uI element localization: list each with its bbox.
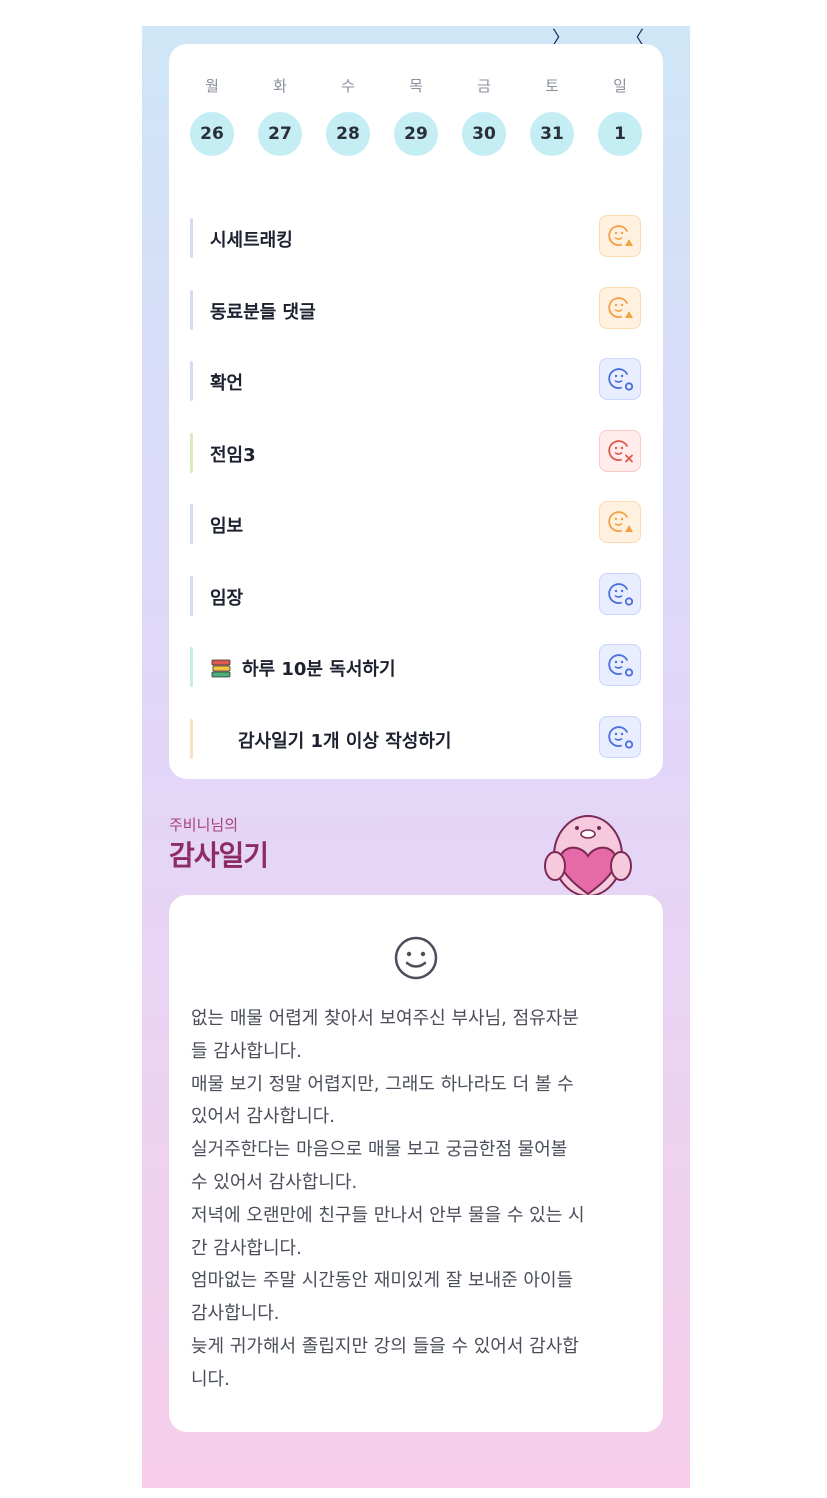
weekday-label: 금 — [477, 77, 491, 95]
day-column[interactable]: 일1 — [597, 74, 643, 156]
date-circle[interactable]: 27 — [258, 112, 302, 156]
books-icon — [210, 657, 232, 679]
habit-title-text: 확언 — [210, 373, 244, 394]
gratitude-line: 니다. — [191, 1368, 230, 1390]
habit-title: 전임3 — [210, 441, 256, 467]
gratitude-header: 주비니님의 감사일기 — [169, 814, 663, 896]
habit-title-text: 시세트래킹 — [210, 230, 293, 251]
day-column[interactable]: 토 31 — [529, 74, 575, 156]
gratitude-title: 감사일기 — [169, 839, 269, 872]
habit-title: 동료분들 댓글 — [210, 298, 316, 324]
habit-status-ok-icon[interactable] — [599, 358, 641, 400]
blank-emoji-icon — [210, 729, 228, 751]
weekday-label: 화 — [273, 77, 287, 95]
habit-title: 확언 — [210, 369, 243, 395]
gratitude-line: 엄마없는 주말 시간동안 재미있게 잘 보내준 아이들 — [191, 1270, 574, 1292]
gratitude-line: 매물 보기 정말 어렵지만, 그래도 하나라도 더 볼 수 — [191, 1073, 574, 1095]
habit-status-warn-icon[interactable] — [599, 215, 641, 257]
gratitude-line: 감사합니다. — [191, 1303, 280, 1325]
habit-list: 시세트래킹동료분들 댓글확언전임3 임보임장하루 10분 독서하기감사일기 1개 … — [189, 204, 643, 776]
weekday-label: 수 — [341, 77, 355, 95]
habit-status-warn-icon[interactable] — [599, 286, 641, 329]
day-column[interactable]: 수 28 — [325, 74, 371, 156]
habit-title-text: 임장 — [210, 587, 244, 609]
habit-title-text: 감사일기 1개 이상 작성하기 — [238, 730, 452, 752]
habit-row[interactable]: 임보 — [189, 490, 643, 562]
day-column[interactable]: 월 26 — [189, 74, 235, 156]
week-strip: 월 26 화 27 수 28 목 29 금 30 토 31 일 1 — [189, 74, 643, 156]
habit-color-bar — [190, 361, 193, 401]
weekday-label: 월 — [205, 77, 219, 95]
habit-status-ok-icon[interactable] — [599, 644, 641, 686]
gratitude-line: 저녁에 오랜만에 친구들 만나서 안부 물을 수 있는 시 — [191, 1204, 585, 1226]
habit-color-bar — [190, 504, 193, 544]
gratitude-line: 간 감사합니다. — [191, 1237, 302, 1259]
app-viewport: 〉 〈 월 26 화 27 수 28 목 29 금 30 토 31 일 1 시세트래킹 동료분들 댓글 확언 전… — [142, 26, 690, 1488]
habit-card: 월 26 화 27 수 28 목 29 금 30 토 31 일 1 시세트래킹 동료분들 댓글 확언 전임3 임보… — [169, 44, 663, 779]
gratitude-line: 실거주한다는 마음으로 매물 보고 궁금한점 물어볼 — [191, 1139, 568, 1161]
habit-row[interactable]: 동료분들 댓글 — [189, 276, 643, 348]
habit-row[interactable]: 하루 10분 독서하기 — [189, 633, 643, 705]
smiley-icon — [394, 936, 438, 980]
mascot-heart-icon — [544, 815, 632, 896]
nav-arrows: 〉 〈 — [542, 26, 644, 49]
habit-color-bar — [190, 289, 193, 330]
habit-status-warn-icon[interactable] — [599, 501, 641, 543]
gratitude-card: 없는 매물 어렵게 찾아서 보여주신 부사님, 점유자분들 감사합니다. 매물 보… — [169, 895, 663, 1432]
habit-title: 감사일기 1개 이상 작성하기 — [210, 727, 451, 753]
habit-title-text: 동료분들 댓글 — [210, 301, 316, 323]
habit-status-ok-icon[interactable] — [599, 572, 641, 615]
day-column[interactable]: 화 27 — [257, 74, 303, 156]
date-circle[interactable]: 28 — [326, 112, 370, 156]
habit-color-bar — [190, 218, 193, 258]
gratitude-text: 없는 매물 어렵게 찾아서 보여주신 부사님, 점유자분들 감사합니다. 매물 보… — [191, 1003, 643, 1397]
habit-row[interactable]: 감사일기 1개 이상 작성하기 — [189, 705, 643, 777]
habit-row[interactable]: 시세트래킹 — [189, 204, 643, 276]
date-circle[interactable]: 30 — [462, 112, 506, 156]
habit-status-bad-icon[interactable] — [599, 429, 641, 472]
habit-row[interactable]: 확언 — [189, 347, 643, 419]
date-circle[interactable]: 1 — [598, 112, 642, 156]
habit-color-bar — [190, 718, 193, 759]
habit-title: 시세트래킹 — [210, 226, 293, 252]
date-circle[interactable]: 26 — [190, 112, 234, 156]
habit-title: 하루 10분 독서하기 — [210, 655, 396, 681]
day-column[interactable]: 목 29 — [393, 74, 439, 156]
habit-title: 임보 — [210, 512, 243, 538]
weekday-label: 일 — [613, 77, 627, 95]
date-circle[interactable]: 31 — [530, 112, 574, 156]
page: 〉 〈 월 26 화 27 수 28 목 29 금 30 토 31 일 1 시세트래킹 동료분들 댓글 확언 전… — [0, 0, 827, 1498]
habit-title-text: 전임3 — [210, 444, 256, 466]
gratitude-line: 들 감사합니다. — [191, 1040, 302, 1062]
gratitude-line: 없는 매물 어렵게 찾아서 보여주신 부사님, 점유자분 — [191, 1008, 579, 1029]
weekday-label: 목 — [409, 77, 423, 95]
habit-color-bar — [190, 647, 193, 687]
habit-title: 임장 — [210, 584, 243, 610]
habit-color-bar — [190, 575, 193, 616]
habit-title-text: 임보 — [210, 516, 244, 537]
gratitude-line: 늦게 귀가해서 졸립지만 강의 들을 수 있어서 감사합 — [191, 1335, 579, 1357]
habit-row[interactable]: 전임3 — [189, 419, 643, 491]
gratitude-line: 있어서 감사합니다. — [191, 1106, 335, 1128]
habit-title-text: 하루 10분 독서하기 — [242, 659, 396, 680]
date-circle[interactable]: 29 — [394, 112, 438, 156]
gratitude-line: 수 있어서 감사합니다. — [191, 1171, 358, 1193]
weekday-label: 토 — [545, 77, 559, 95]
habit-color-bar — [190, 432, 193, 473]
habit-row[interactable]: 임장 — [189, 562, 643, 634]
gratitude-owner: 주비니님의 — [169, 816, 239, 834]
habit-status-ok-icon[interactable] — [599, 715, 641, 758]
day-column[interactable]: 금 30 — [461, 74, 507, 156]
